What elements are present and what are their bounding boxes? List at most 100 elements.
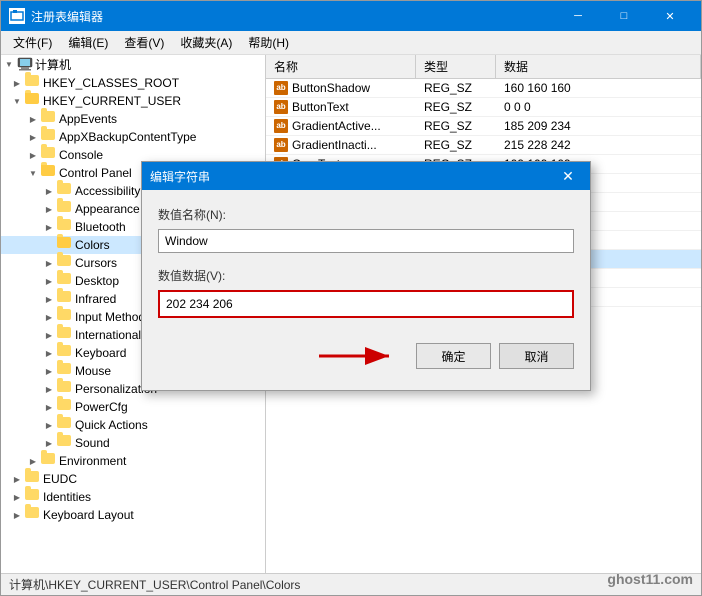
expand-icon[interactable]: ▼ — [25, 165, 41, 181]
menu-help[interactable]: 帮助(H) — [240, 32, 297, 53]
table-row[interactable]: ab GradientInacti... REG_SZ 215 228 242 — [266, 136, 701, 155]
folder-icon — [57, 327, 73, 343]
minimize-button[interactable]: ─ — [555, 1, 601, 31]
tree-item-quick-actions[interactable]: ▶ Quick Actions — [1, 416, 265, 434]
expand-icon[interactable]: ▶ — [41, 273, 57, 289]
expand-icon[interactable]: ▶ — [25, 129, 41, 145]
expand-icon[interactable]: ▶ — [25, 111, 41, 127]
window-title: 注册表编辑器 — [31, 8, 555, 25]
tree-item-identities[interactable]: ▶ Identities — [1, 488, 265, 506]
reg-icon: ab — [274, 119, 288, 133]
expand-icon[interactable]: ▶ — [41, 183, 57, 199]
data-label: 数值数据(V): — [158, 267, 574, 284]
dialog-title-bar: 编辑字符串 ✕ — [142, 162, 590, 190]
menu-view[interactable]: 查看(V) — [116, 32, 172, 53]
expand-icon[interactable]: ▶ — [41, 435, 57, 451]
folder-open-icon — [41, 165, 57, 181]
tree-item-keyboard-layout[interactable]: ▶ Keyboard Layout — [1, 506, 265, 524]
expand-icon[interactable]: ▶ — [41, 291, 57, 307]
tree-item-label: Keyboard — [75, 346, 126, 360]
expand-icon[interactable]: ▶ — [41, 345, 57, 361]
tree-item-eudc[interactable]: ▶ EUDC — [1, 470, 265, 488]
tree-item-appevents[interactable]: ▶ AppEvents — [1, 110, 265, 128]
expand-icon[interactable]: ▶ — [41, 255, 57, 271]
folder-icon — [57, 363, 73, 379]
expand-icon[interactable]: ▶ — [9, 489, 25, 505]
expand-icon[interactable]: ▶ — [9, 471, 25, 487]
folder-icon — [57, 183, 73, 199]
expand-icon[interactable]: ▶ — [41, 219, 57, 235]
header-type[interactable]: 类型 — [416, 55, 496, 78]
expand-icon[interactable]: ▶ — [41, 417, 57, 433]
folder-icon — [57, 381, 73, 397]
tree-item-label: EUDC — [43, 472, 77, 486]
tree-item-label: Keyboard Layout — [43, 508, 134, 522]
folder-icon — [57, 291, 73, 307]
menu-file[interactable]: 文件(F) — [5, 32, 60, 53]
cell-type: REG_SZ — [416, 136, 496, 154]
cancel-button[interactable]: 取消 — [499, 343, 574, 369]
folder-icon — [57, 435, 73, 451]
dialog-body: 数值名称(N): 数值数据(V): 确定 取消 — [142, 190, 590, 390]
folder-icon — [57, 309, 73, 325]
table-row[interactable]: ab GradientActive... REG_SZ 185 209 234 — [266, 117, 701, 136]
folder-icon — [57, 255, 73, 271]
cell-type: REG_SZ — [416, 117, 496, 135]
expand-icon[interactable]: ▶ — [9, 507, 25, 523]
folder-icon — [25, 507, 41, 523]
dialog-close-button[interactable]: ✕ — [554, 162, 582, 190]
expand-icon[interactable]: ▶ — [9, 75, 25, 91]
app-icon — [9, 8, 25, 24]
tree-item-label: Cursors — [75, 256, 117, 270]
reg-icon: ab — [274, 138, 288, 152]
data-input[interactable] — [158, 290, 574, 318]
cell-name: ab GradientActive... — [266, 117, 416, 135]
name-input[interactable] — [158, 229, 574, 253]
cell-data: 160 160 160 — [496, 79, 701, 97]
title-bar: 注册表编辑器 ─ □ ✕ — [1, 1, 701, 31]
table-header: 名称 类型 数据 — [266, 55, 701, 79]
cell-data: 185 209 234 — [496, 117, 701, 135]
menu-edit[interactable]: 编辑(E) — [60, 32, 116, 53]
status-bar: 计算机\HKEY_CURRENT_USER\Control Panel\Colo… — [1, 573, 701, 595]
ok-button[interactable]: 确定 — [416, 343, 491, 369]
tree-item-label: Desktop — [75, 274, 119, 288]
reg-icon: ab — [274, 100, 288, 114]
expand-icon[interactable] — [41, 237, 57, 253]
expand-icon[interactable]: ▼ — [1, 57, 17, 73]
name-label: 数值名称(N): — [158, 206, 574, 223]
tree-item-label: HKEY_CURRENT_USER — [43, 94, 181, 108]
cell-type: REG_SZ — [416, 98, 496, 116]
tree-root[interactable]: ▼ 计算机 — [1, 55, 265, 74]
table-row[interactable]: ab ButtonShadow REG_SZ 160 160 160 — [266, 79, 701, 98]
tree-item-current-user[interactable]: ▼ HKEY_CURRENT_USER — [1, 92, 265, 110]
tree-root-label: 计算机 — [35, 56, 71, 73]
close-button[interactable]: ✕ — [647, 1, 693, 31]
tree-item-appxbackup[interactable]: ▶ AppXBackupContentType — [1, 128, 265, 146]
menu-favorites[interactable]: 收藏夹(A) — [172, 32, 240, 53]
expand-icon[interactable]: ▶ — [41, 309, 57, 325]
cell-name: ab ButtonShadow — [266, 79, 416, 97]
maximize-button[interactable]: □ — [601, 1, 647, 31]
tree-item-label: Colors — [75, 238, 110, 252]
tree-item-sound[interactable]: ▶ Sound — [1, 434, 265, 452]
cell-data: 0 0 0 — [496, 98, 701, 116]
folder-icon — [57, 273, 73, 289]
expand-icon[interactable]: ▶ — [25, 147, 41, 163]
tree-item-label: International — [75, 328, 141, 342]
tree-item-powercfg[interactable]: ▶ PowerCfg — [1, 398, 265, 416]
expand-icon[interactable]: ▶ — [41, 399, 57, 415]
arrow-icon — [314, 338, 404, 374]
tree-item-environment[interactable]: ▶ Environment — [1, 452, 265, 470]
expand-icon[interactable]: ▶ — [41, 327, 57, 343]
expand-icon[interactable]: ▶ — [41, 363, 57, 379]
table-row[interactable]: ab ButtonText REG_SZ 0 0 0 — [266, 98, 701, 117]
expand-icon[interactable]: ▼ — [9, 93, 25, 109]
expand-icon[interactable]: ▶ — [41, 381, 57, 397]
tree-item-classes-root[interactable]: ▶ HKEY_CLASSES_ROOT — [1, 74, 265, 92]
header-data[interactable]: 数据 — [496, 55, 701, 78]
header-name[interactable]: 名称 — [266, 55, 416, 78]
expand-icon[interactable]: ▶ — [25, 453, 41, 469]
expand-icon[interactable]: ▶ — [41, 201, 57, 217]
dialog-title: 编辑字符串 — [150, 168, 554, 185]
